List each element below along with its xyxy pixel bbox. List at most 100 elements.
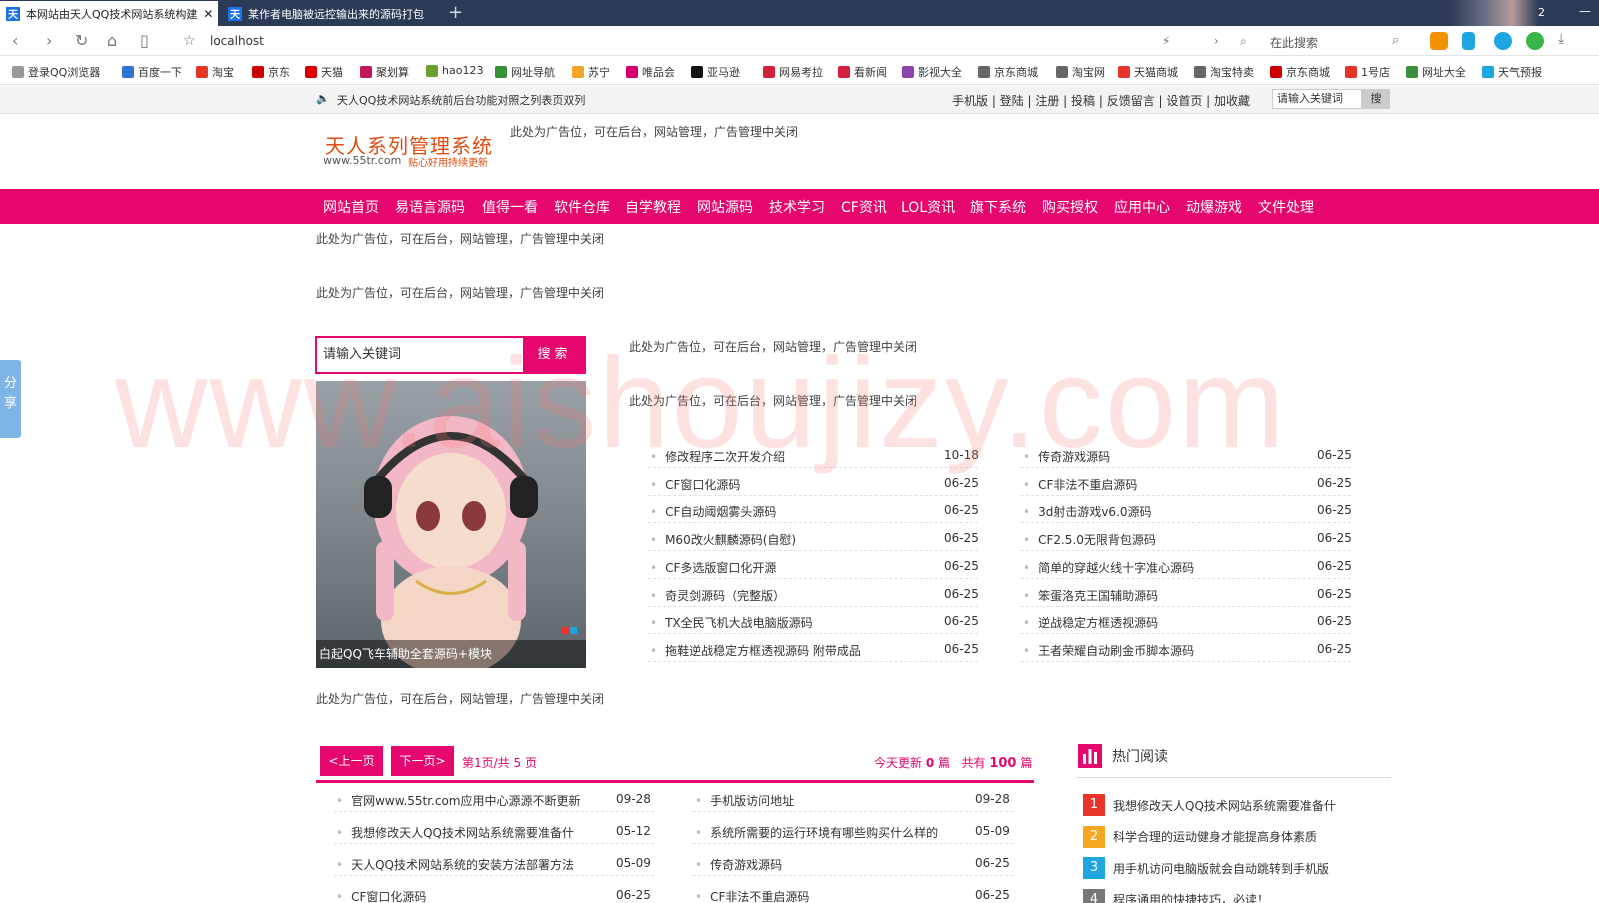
list-item[interactable]: 拖鞋逆战稳定方框透视源码 附带成品 xyxy=(650,642,861,659)
bookmark-item[interactable]: 唯品会 xyxy=(626,64,675,80)
nav-item[interactable]: 旗下系统 xyxy=(970,197,1026,217)
browser-tab-active[interactable]: 天 本网站由天人QQ技术网站系统构建 ✕ xyxy=(0,1,218,26)
list-item[interactable]: 修改程序二次开发介绍 xyxy=(650,448,785,465)
nav-item[interactable]: CF资讯 xyxy=(841,197,887,217)
list-item[interactable]: 逆战稳定方框透视源码 xyxy=(1023,614,1158,631)
nav-item[interactable]: 网站首页 xyxy=(323,197,379,217)
nav-item[interactable]: 网站源码 xyxy=(697,197,753,217)
list-item[interactable]: M60改火麒麟源码(自慰) xyxy=(650,531,796,548)
forward-icon[interactable]: › xyxy=(46,31,52,50)
bookmark-item[interactable]: 网址大全 xyxy=(1406,64,1466,80)
nav-item[interactable]: 软件仓库 xyxy=(554,197,610,217)
bookmark-item[interactable]: 网易考拉 xyxy=(763,64,823,80)
bookmark-item[interactable]: 百度一下 xyxy=(122,64,182,80)
bookmark-item[interactable]: 登录QQ浏览器 xyxy=(12,64,100,80)
list-item[interactable]: CF窗口化源码 xyxy=(650,476,740,493)
hot-read-item[interactable]: 2 科学合理的运动健身才能提高身体素质 xyxy=(1083,825,1317,848)
chevron-right-icon[interactable]: › xyxy=(1214,34,1219,48)
bookmark-item[interactable]: 影视大全 xyxy=(902,64,962,80)
list-item[interactable]: CF2.5.0无限背包源码 xyxy=(1023,531,1156,548)
close-tab-icon[interactable]: ✕ xyxy=(203,7,213,21)
nav-item[interactable]: LOL资讯 xyxy=(901,197,955,217)
list-item[interactable]: 奇灵剑源码（完整版） xyxy=(650,587,785,604)
bookmark-item[interactable]: 看新闻 xyxy=(838,64,887,80)
back-icon[interactable]: ‹ xyxy=(12,31,18,50)
search-input[interactable]: 请输入关键词 xyxy=(315,336,523,374)
next-page-button[interactable]: 下一页> xyxy=(391,746,454,776)
hot-read-item[interactable]: 1 我想修改天人QQ技术网站系统需要准备什 xyxy=(1083,794,1336,816)
home-icon[interactable]: ⌂ xyxy=(107,31,117,50)
nav-item[interactable]: 技术学习 xyxy=(769,197,825,217)
list-item[interactable]: 手机版访问地址 xyxy=(695,792,794,809)
minimize-icon[interactable]: — xyxy=(1579,4,1591,18)
slide-image[interactable] xyxy=(316,381,586,668)
tab-count-badge[interactable]: 2 xyxy=(1538,6,1545,19)
list-item[interactable]: 王者荣耀自动刷金币脚本源码 xyxy=(1023,642,1194,659)
site-notice[interactable]: 天人QQ技术网站系统前后台功能对照之列表页双列 xyxy=(337,92,585,108)
search-icon[interactable]: ⌕ xyxy=(1392,33,1399,48)
list-item[interactable]: CF非法不重启源码 xyxy=(695,888,809,903)
hot-read-item[interactable]: 4 程序通用的快捷技巧，必读！ xyxy=(1083,888,1269,903)
phone-icon[interactable] xyxy=(1462,32,1475,50)
video-icon[interactable] xyxy=(1430,32,1448,50)
bookmark-item[interactable]: 淘宝 xyxy=(196,64,234,80)
bookmark-item[interactable]: 网址导航 xyxy=(495,64,555,80)
list-item[interactable]: 3d射击游戏v6.0源码 xyxy=(1023,503,1151,520)
browser-search-input[interactable]: 在此搜索 xyxy=(1270,34,1440,54)
hot-read-item[interactable]: 3 用手机访问电脑版就会自动跳转到手机版 xyxy=(1083,857,1329,879)
share-tab[interactable]: 分享 xyxy=(0,360,21,438)
list-item[interactable]: 官网www.55tr.com应用中心源源不断更新 xyxy=(336,792,580,809)
bookmark-item[interactable]: 苏宁 xyxy=(572,64,610,80)
prev-page-button[interactable]: <上一页 xyxy=(320,746,383,776)
list-item[interactable]: CF非法不重启源码 xyxy=(1023,476,1137,493)
lightning-icon[interactable]: ⚡ xyxy=(1162,34,1170,48)
slide-caption[interactable]: 白起QQ飞车辅助全套源码+模块 xyxy=(316,640,586,668)
list-item[interactable]: 笨蛋洛克王国辅助源码 xyxy=(1023,587,1158,604)
bookmark-item[interactable]: 亚马逊 xyxy=(691,64,740,80)
list-item[interactable]: 传奇游戏源码 xyxy=(695,856,782,873)
bookmark-item[interactable]: 淘宝网 xyxy=(1056,64,1105,80)
refresh-icon[interactable]: ↻ xyxy=(75,31,88,50)
slide-dot[interactable] xyxy=(570,627,577,634)
search-engine-icon[interactable]: ⌕ xyxy=(1240,34,1247,49)
nav-item[interactable]: 自学教程 xyxy=(625,197,681,217)
list-item[interactable]: 传奇游戏源码 xyxy=(1023,448,1110,465)
bookmark-item[interactable]: 天气预报 xyxy=(1482,64,1542,80)
nav-item[interactable]: 动爆游戏 xyxy=(1186,197,1242,217)
list-item[interactable]: CF多选版窗口化开源 xyxy=(650,559,776,576)
slide-dot[interactable] xyxy=(562,627,569,634)
bookmark-item[interactable]: 京东商城 xyxy=(978,64,1038,80)
list-item[interactable]: CF自动阈烟雾头源码 xyxy=(650,503,776,520)
play-icon[interactable] xyxy=(1494,32,1512,50)
nav-item[interactable]: 应用中心 xyxy=(1114,197,1170,217)
bookmark-item[interactable]: 天猫 xyxy=(305,64,343,80)
list-item[interactable]: CF窗口化源码 xyxy=(336,888,426,903)
nav-item[interactable]: 值得一看 xyxy=(482,197,538,217)
bookmark-item[interactable]: hao123 xyxy=(426,64,483,77)
star-icon[interactable]: ☆ xyxy=(183,33,196,49)
nav-item[interactable]: 易语言源码 xyxy=(395,197,465,217)
url-input[interactable]: localhost xyxy=(210,34,264,48)
list-item[interactable]: 系统所需要的运行环境有哪些购买什么样的 xyxy=(695,824,938,841)
top-search-input[interactable]: 请输入关键词 xyxy=(1272,89,1362,109)
wechat-icon[interactable] xyxy=(1526,32,1544,50)
bookmark-item[interactable]: 聚划算 xyxy=(360,64,409,80)
search-button[interactable]: 搜索 xyxy=(523,336,586,374)
nav-item[interactable]: 购买授权 xyxy=(1042,197,1098,217)
list-item[interactable]: 天人QQ技术网站系统的安装方法部署方法 xyxy=(336,856,574,873)
nav-item[interactable]: 文件处理 xyxy=(1258,197,1314,217)
browser-tab[interactable]: 天 某作者电脑被远控输出来的源码打包 xyxy=(222,1,444,26)
bookmark-item[interactable]: 京东商城 xyxy=(1270,64,1330,80)
list-item[interactable]: 我想修改天人QQ技术网站系统需要准备什 xyxy=(336,824,574,841)
download-icon[interactable]: ⤓ xyxy=(1558,31,1564,47)
bookmark-item[interactable]: 天猫商城 xyxy=(1118,64,1178,80)
list-item[interactable]: TX全民飞机大战电脑版源码 xyxy=(650,614,813,631)
bookmark-item[interactable]: 1号店 xyxy=(1345,64,1390,80)
bookmark-item[interactable]: 京东 xyxy=(252,64,290,80)
list-item[interactable]: 简单的穿越火线十字准心源码 xyxy=(1023,559,1194,576)
reader-icon[interactable]: ▯ xyxy=(140,31,149,50)
bookmark-item[interactable]: 淘宝特卖 xyxy=(1194,64,1254,80)
top-links[interactable]: 手机版 | 登陆 | 注册 | 投稿 | 反馈留言 | 设首页 | 加收藏 xyxy=(952,92,1250,109)
top-search-button[interactable]: 搜 xyxy=(1362,89,1390,109)
new-tab-icon[interactable]: + xyxy=(448,2,463,23)
